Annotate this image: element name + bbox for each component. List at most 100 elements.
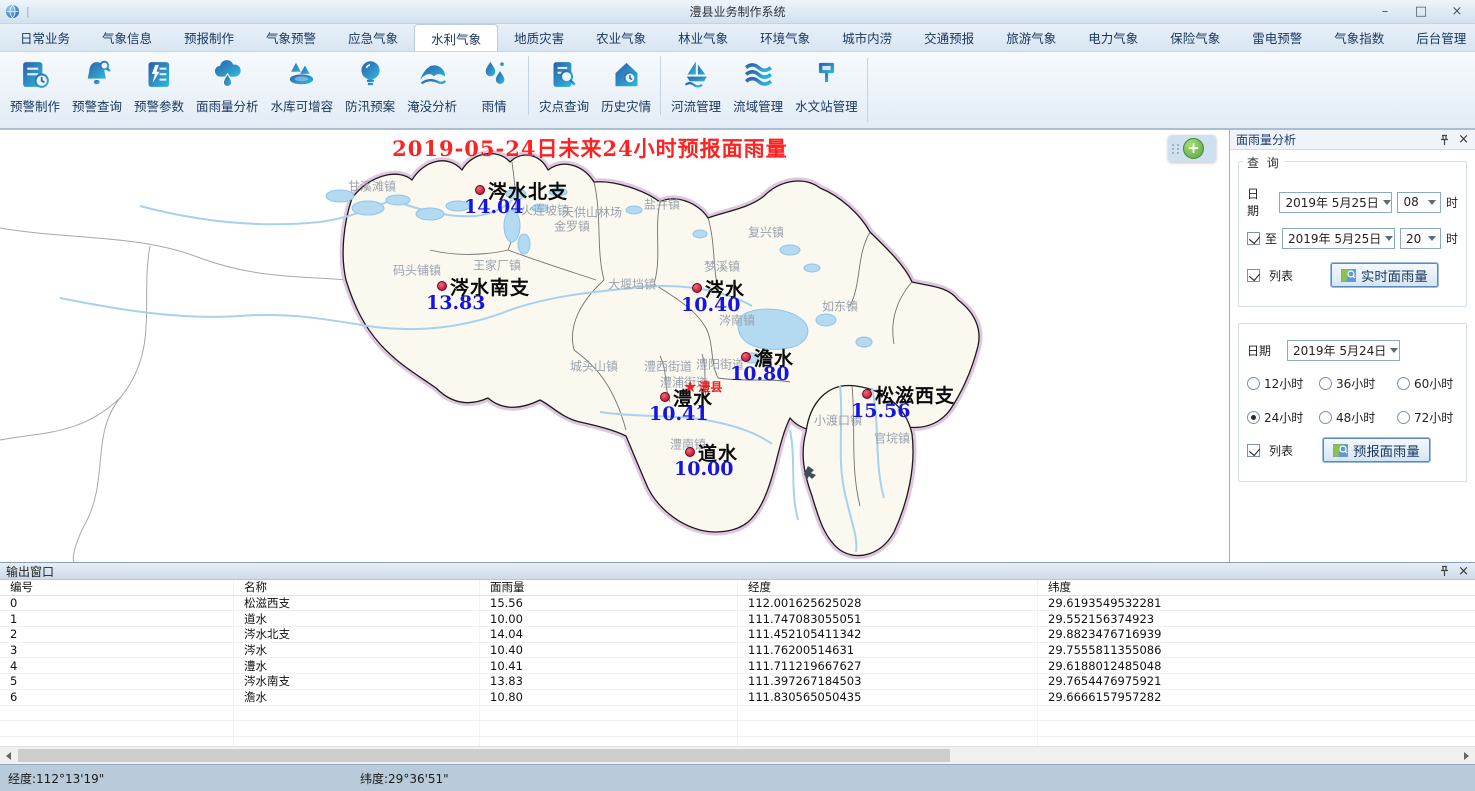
column-header: 编号 [0, 580, 234, 595]
horizontal-scrollbar[interactable] [0, 746, 1475, 764]
hour-suffix: 时 [1446, 230, 1458, 247]
marker-dot-icon [741, 352, 751, 362]
toolbar-icon [416, 58, 449, 91]
end-hour-select[interactable]: 20 [1400, 228, 1441, 249]
list-label: 列表 [1269, 267, 1293, 284]
menu-tab[interactable]: 农业气象 [580, 24, 662, 51]
forecast-rainfall-button[interactable]: 预报面雨量 [1323, 438, 1430, 462]
map-title: 2019-05-24日未来24小时预报面雨量 [392, 133, 788, 163]
map-zoom-widget[interactable]: + [1168, 135, 1216, 162]
table-row[interactable]: 4澧水10.41111.71121966762729.6188012485048 [0, 658, 1475, 674]
table-row[interactable]: 2涔水北支14.04111.45210541134229.88234767169… [0, 627, 1475, 643]
menu-tab-label: 雷电预警 [1252, 28, 1302, 47]
close-panel-icon[interactable]: × [1458, 132, 1469, 147]
toolbar-button[interactable]: 水文站管理 [789, 56, 864, 115]
toolbar-button[interactable]: 灾点查询 [528, 56, 595, 115]
menu-tab[interactable]: 气象指数 [1318, 24, 1400, 51]
menu-tab[interactable]: 地质灾害 [498, 24, 580, 51]
empty-row [0, 721, 1475, 737]
scroll-left-icon[interactable] [0, 747, 17, 764]
forecast-period-radio[interactable]: 12小时 [1247, 375, 1319, 392]
table-row[interactable]: 3涔水10.40111.7620051463129.7555811355086 [0, 643, 1475, 659]
scrollbar-thumb[interactable] [18, 749, 950, 762]
zoom-in-icon[interactable]: + [1183, 138, 1204, 159]
toolbar-button[interactable]: 预警参数 [128, 56, 190, 115]
toolbar-button-label: 河流管理 [671, 96, 721, 115]
toolbar-button[interactable]: 防汛预案 [339, 56, 401, 115]
scroll-right-icon[interactable] [1458, 747, 1475, 764]
forecast-period-radio[interactable]: 36小时 [1319, 375, 1397, 392]
menu-tab[interactable]: 环境气象 [744, 24, 826, 51]
table-cell: 道水 [234, 611, 480, 626]
menu-tab-label: 交通预报 [924, 28, 974, 47]
toolbar-button[interactable]: 水库可增容 [265, 56, 340, 115]
menu-tab[interactable]: 水利气象 [414, 24, 498, 51]
menu-tab[interactable]: 后台管理 [1400, 24, 1475, 51]
menu-tab[interactable]: 林业气象 [662, 24, 744, 51]
menu-tab[interactable]: 预报制作 [168, 24, 250, 51]
forecast-period-radio[interactable]: 60小时 [1397, 375, 1458, 392]
table-cell: 111.397267184503 [738, 674, 1038, 689]
list-checkbox[interactable] [1247, 269, 1260, 282]
table-cell: 15.56 [480, 596, 738, 611]
menu-tab[interactable]: 电力气象 [1072, 24, 1154, 51]
town-label: 城头山镇 [570, 358, 618, 375]
drag-grip-icon[interactable] [1172, 144, 1180, 154]
map-canvas[interactable]: 2019-05-24日未来24小时预报面雨量 + 甘溪滩镇 火连坡镇 盐井镇 [0, 130, 1229, 562]
menu-tab[interactable]: 交通预报 [908, 24, 990, 51]
list2-checkbox[interactable] [1247, 444, 1260, 457]
radio-icon [1247, 411, 1260, 424]
table-cell: 2 [0, 627, 234, 642]
pin-icon[interactable] [1439, 565, 1450, 577]
start-date-select[interactable]: 2019年 5月25日 [1279, 192, 1392, 213]
minimize-button[interactable]: – [1367, 1, 1403, 23]
forecast-date-select[interactable]: 2019年 5月24日 [1287, 340, 1400, 361]
table-cell: 3 [0, 643, 234, 658]
table-cell: 10.80 [480, 690, 738, 705]
close-button[interactable]: × [1439, 1, 1475, 23]
menu-tab[interactable]: 保险气象 [1154, 24, 1236, 51]
toolbar-button[interactable]: 预警制作 [4, 56, 66, 115]
toolbar-button[interactable]: 预警查询 [66, 56, 128, 115]
to-label: 至 [1265, 230, 1277, 247]
forecast-period-radio[interactable]: 24小时 [1247, 409, 1319, 426]
toolbar-button[interactable]: 河流管理 [660, 56, 727, 115]
menu-tab[interactable]: 气象信息 [86, 24, 168, 51]
toolbar-button[interactable]: 流域管理 [727, 56, 789, 115]
toolbar-button[interactable]: 面雨量分析 [190, 56, 265, 115]
table-cell: 111.452105411342 [738, 627, 1038, 642]
table-row[interactable]: 5涔水南支13.83111.39726718450329.76544769759… [0, 674, 1475, 690]
toolbar-button-label: 淹没分析 [407, 96, 457, 115]
forecast-period-radio[interactable]: 72小时 [1397, 409, 1458, 426]
menu-tab[interactable]: 旅游气象 [990, 24, 1072, 51]
query-group: 查 询 日 期 2019年 5月25日 08 时 至 2019年 5月25日 [1238, 161, 1467, 307]
close-output-icon[interactable]: × [1458, 564, 1469, 579]
table-row[interactable]: 0松滋西支15.56112.00162562502829.61935495322… [0, 596, 1475, 612]
end-date-checkbox[interactable] [1247, 232, 1260, 245]
table-cell: 10.40 [480, 643, 738, 658]
map-search-icon [1341, 268, 1356, 283]
menu-tab[interactable]: 城市内涝 [826, 24, 908, 51]
pin-icon[interactable] [1439, 134, 1450, 146]
toolbar-button[interactable]: 淹没分析 [401, 56, 463, 115]
forecast-date-label: 日期 [1247, 342, 1271, 359]
town-label: 复兴镇 [748, 224, 784, 241]
rainfall-analysis-panel: 面雨量分析 × 查 询 日 期 2019年 5月25日 08 [1229, 130, 1475, 562]
table-cell: 松滋西支 [234, 596, 480, 611]
maximize-button[interactable]: □ [1403, 1, 1439, 23]
forecast-period-radio[interactable]: 48小时 [1319, 409, 1397, 426]
list2-label: 列表 [1269, 442, 1293, 459]
radio-icon [1319, 411, 1332, 424]
toolbar-icon [478, 58, 511, 91]
table-row[interactable]: 1道水10.00111.74708305505129.552156374923 [0, 611, 1475, 627]
menu-tab[interactable]: 应急气象 [332, 24, 414, 51]
menu-tab[interactable]: 日常业务 [4, 24, 86, 51]
table-row[interactable]: 6澹水10.80111.83056505043529.6666157957282 [0, 690, 1475, 706]
menu-tab[interactable]: 气象预警 [250, 24, 332, 51]
realtime-rainfall-button[interactable]: 实时面雨量 [1331, 263, 1438, 287]
start-hour-select[interactable]: 08 [1397, 192, 1441, 213]
toolbar-button[interactable]: 雨情 [463, 56, 525, 115]
toolbar-button[interactable]: 历史灾情 [595, 56, 657, 115]
end-date-select[interactable]: 2019年 5月25日 [1282, 228, 1395, 249]
menu-tab[interactable]: 雷电预警 [1236, 24, 1318, 51]
